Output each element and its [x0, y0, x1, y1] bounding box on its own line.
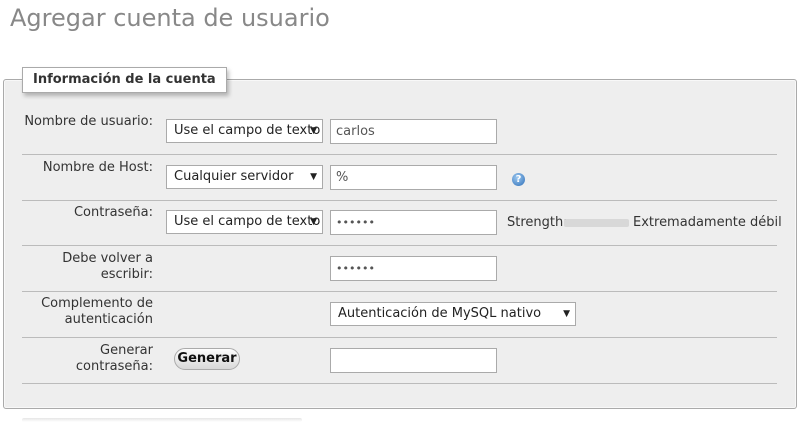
generate-button[interactable]: Generar: [174, 348, 240, 370]
hostname-type-select[interactable]: Cualquier servidor ▼: [166, 165, 323, 189]
username-label: Nombre de usuario:: [24, 114, 153, 129]
username-type-select[interactable]: Use el campo de texto ▼: [166, 119, 323, 143]
chevron-down-icon: ▼: [563, 309, 570, 319]
row-divider: [22, 200, 777, 201]
row-divider: [22, 154, 777, 155]
auth-plugin-label-line1: Complemento de: [41, 296, 153, 311]
generate-label: Generar contraseña:: [75, 343, 153, 374]
help-icon[interactable]: ?: [512, 173, 525, 186]
chevron-down-icon: ▼: [310, 126, 317, 136]
page-title: Agregar cuenta de usuario: [10, 4, 330, 32]
generated-password-input[interactable]: [330, 348, 497, 373]
strength-value: Extremadamente débil: [633, 215, 782, 230]
row-divider: [22, 337, 777, 338]
username-type-value: Use el campo de texto: [174, 123, 321, 138]
next-section-edge: [22, 418, 302, 422]
row-divider: [22, 383, 777, 384]
strength-label: Strength:: [507, 215, 568, 230]
hostname-label: Nombre de Host:: [42, 160, 153, 175]
chevron-down-icon: ▼: [310, 172, 317, 182]
strength-meter: [564, 219, 629, 227]
username-input[interactable]: carlos: [330, 119, 497, 144]
chevron-down-icon: ▼: [310, 217, 317, 227]
retype-label: Debe volver a escribir:: [62, 251, 153, 282]
password-type-select[interactable]: Use el campo de texto ▼: [166, 210, 323, 234]
auth-plugin-label-line2: autenticación: [64, 312, 153, 327]
hostname-input[interactable]: %: [330, 165, 497, 190]
hostname-type-value: Cualquier servidor: [174, 169, 294, 184]
retype-password-input[interactable]: ••••••: [330, 256, 497, 281]
password-label: Contraseña:: [73, 205, 153, 220]
auth-plugin-value: Autenticación de MySQL nativo: [338, 306, 542, 321]
fieldset-legend: Información de la cuenta: [22, 67, 227, 93]
row-divider: [22, 291, 777, 292]
row-divider: [22, 245, 777, 246]
auth-plugin-select[interactable]: Autenticación de MySQL nativo ▼: [330, 302, 576, 326]
password-input[interactable]: ••••••: [330, 210, 497, 235]
auth-plugin-label: Complemento de autenticación: [22, 296, 153, 328]
password-type-value: Use el campo de texto: [174, 214, 321, 229]
